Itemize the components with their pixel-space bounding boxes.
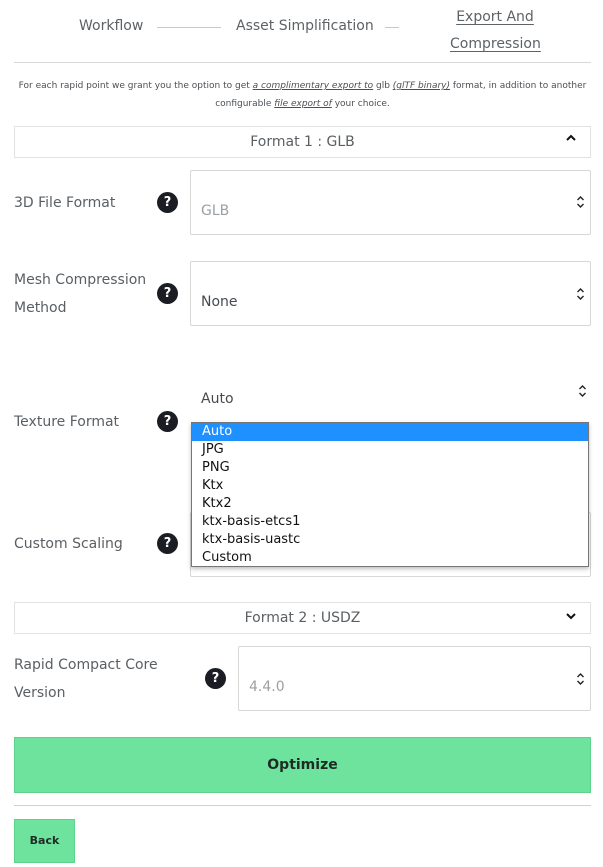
texture-option-ktx-basis-etcs1[interactable]: ktx-basis-etcs1 (192, 513, 588, 531)
core-version-label: Rapid Compact Core (14, 657, 158, 673)
help-icon[interactable]: ? (157, 283, 178, 304)
divider (14, 62, 591, 63)
texture-format-value[interactable]: Auto (201, 391, 234, 407)
file-format-value: GLB (201, 203, 230, 219)
texture-option-custom[interactable]: Custom (192, 549, 588, 567)
step-divider (157, 27, 221, 28)
texture-format-label: Texture Format (14, 414, 120, 430)
core-version-select[interactable]: 4.4.0 (238, 646, 591, 711)
updown-arrows-icon (576, 287, 585, 302)
step-asset-simplification[interactable]: Asset Simplification (236, 18, 374, 34)
chevron-down-icon (564, 610, 578, 628)
complimentary-export-link[interactable]: a complimentary export to (253, 81, 373, 91)
core-version-label-line2: Version (14, 685, 66, 701)
mesh-compression-select[interactable]: None (190, 261, 591, 326)
core-version-value: 4.4.0 (249, 679, 285, 695)
file-export-link[interactable]: file export of (274, 99, 332, 109)
mesh-compression-label-line2: Method (14, 300, 67, 316)
help-icon[interactable]: ? (157, 192, 178, 213)
mesh-compression-label: Mesh Compression (14, 272, 147, 288)
texture-format-dropdown[interactable]: Auto JPG PNG Ktx Ktx2 ktx-basis-etcs1 kt… (191, 422, 589, 567)
file-format-select[interactable]: GLB (190, 170, 591, 235)
gltf-binary-link[interactable]: (glTF binary) (393, 81, 450, 91)
divider (14, 805, 591, 806)
texture-option-auto[interactable]: Auto (192, 423, 588, 441)
texture-option-png[interactable]: PNG (192, 459, 588, 477)
format2-title: Format 2 : USDZ (244, 610, 361, 626)
step-workflow[interactable]: Workflow (79, 18, 143, 34)
intro-text-part: glb (373, 81, 393, 91)
step-export-and-compression[interactable]: Export And Compression (450, 4, 541, 58)
help-icon[interactable]: ? (157, 533, 178, 554)
texture-option-ktx2[interactable]: Ktx2 (192, 495, 588, 513)
texture-option-ktx[interactable]: Ktx (192, 477, 588, 495)
back-button[interactable]: Back (14, 819, 75, 863)
intro-text-part: your choice. (331, 99, 390, 109)
format2-accordion-header[interactable]: Format 2 : USDZ (14, 602, 591, 634)
texture-option-jpg[interactable]: JPG (192, 441, 588, 459)
help-icon[interactable]: ? (205, 668, 226, 689)
workflow-stepper: Workflow Asset Simplification Export And… (0, 0, 603, 60)
format1-title: Format 1 : GLB (250, 134, 355, 150)
updown-arrows-icon (576, 195, 585, 210)
help-icon[interactable]: ? (157, 411, 178, 432)
intro-text: For each rapid point we grant you the op… (14, 77, 591, 113)
file-format-label: 3D File Format (14, 195, 116, 211)
chevron-up-icon (564, 132, 578, 150)
optimize-button[interactable]: Optimize (14, 737, 591, 793)
intro-text-part: For each rapid point we grant you the op… (18, 81, 253, 91)
format1-accordion-header[interactable]: Format 1 : GLB (14, 126, 591, 158)
custom-scaling-label: Custom Scaling (14, 536, 123, 552)
step-divider (385, 27, 399, 28)
updown-arrows-icon (576, 672, 585, 687)
texture-option-ktx-basis-uastc[interactable]: ktx-basis-uastc (192, 531, 588, 549)
mesh-compression-value: None (201, 294, 238, 310)
updown-arrows-icon (578, 384, 587, 399)
